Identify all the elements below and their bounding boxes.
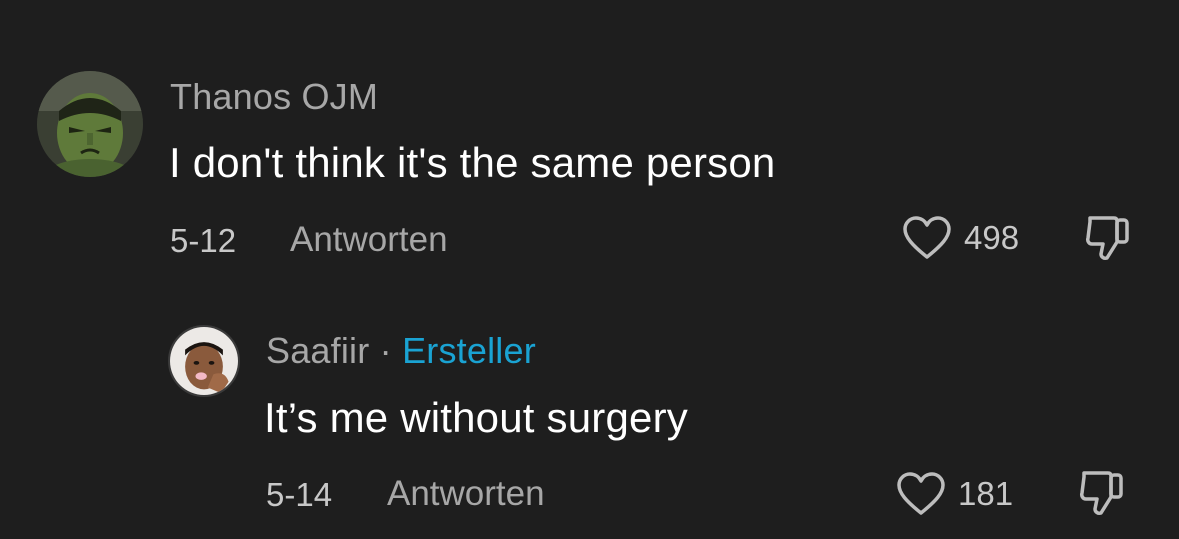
like-count: 498 xyxy=(964,219,1020,256)
like-button[interactable]: 498 xyxy=(902,215,1019,261)
comment-text: It’s me without surgery xyxy=(264,394,688,441)
dislike-button[interactable] xyxy=(1076,467,1126,517)
comment-date: 5-12 xyxy=(170,222,237,259)
like-button[interactable]: 181 xyxy=(896,471,1013,517)
hulk-avatar-icon xyxy=(37,71,143,177)
comment-text: I don't think it's the same person xyxy=(169,139,776,186)
reply-button[interactable]: Antworten xyxy=(290,220,448,260)
heart-icon xyxy=(897,472,945,515)
thumbs-down-icon xyxy=(1086,216,1129,260)
reply-button[interactable]: Antworten xyxy=(387,474,545,514)
user-photo-avatar-icon xyxy=(170,327,238,395)
dislike-button[interactable] xyxy=(1082,212,1132,262)
comment-username-line: Saafiir · Ersteller xyxy=(266,330,536,372)
heart-icon xyxy=(903,216,951,259)
comment-thread: Thanos OJM I don't think it's the same p… xyxy=(0,0,1179,539)
like-count: 181 xyxy=(958,475,1014,512)
comment-username[interactable]: Saafiir xyxy=(266,330,369,371)
creator-badge: Ersteller xyxy=(402,330,536,371)
comment-date: 5-14 xyxy=(266,476,333,513)
separator-dot: · xyxy=(379,330,392,371)
avatar[interactable] xyxy=(37,71,143,177)
comment-username[interactable]: Thanos OJM xyxy=(170,76,378,118)
thumbs-down-icon xyxy=(1080,471,1123,515)
avatar[interactable] xyxy=(168,325,240,397)
